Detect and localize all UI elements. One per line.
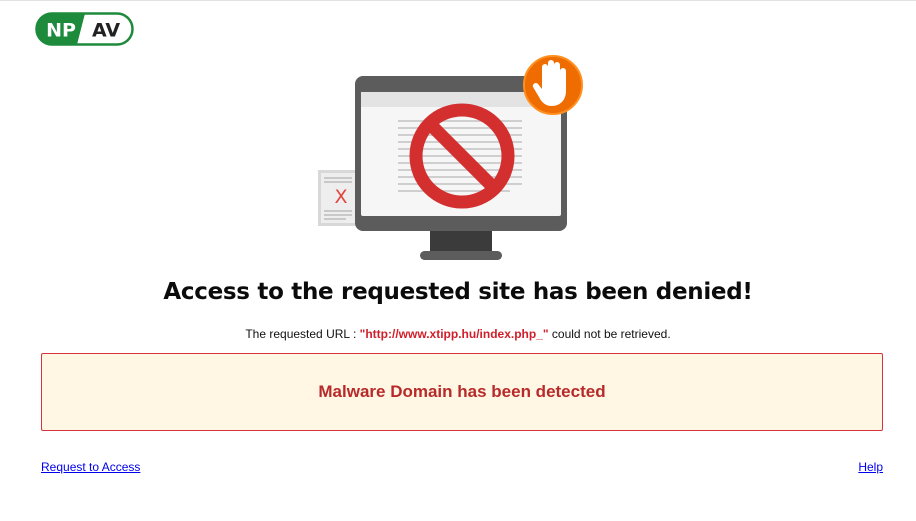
- url-message-prefix: The requested URL :: [245, 327, 357, 341]
- logo-np-text: NP: [46, 20, 76, 42]
- malware-alert-text: Malware Domain has been detected: [318, 382, 606, 401]
- url-message: The requested URL : "http://www.xtipp.hu…: [0, 327, 916, 341]
- request-access-link[interactable]: Request to Access: [41, 460, 140, 474]
- page-title: Access to the requested site has been de…: [163, 279, 753, 305]
- document-x-mark: X: [334, 186, 347, 208]
- url-message-suffix: could not be retrieved.: [551, 327, 671, 341]
- blocked-url: "http://www.xtipp.hu/index.php_": [359, 327, 549, 341]
- blocked-site-illustration: X: [310, 51, 590, 265]
- logo-av-text: AV: [92, 20, 120, 42]
- malware-alert-box: Malware Domain has been detected: [41, 353, 883, 431]
- blocked-document-icon: X: [318, 170, 358, 226]
- stop-hand-icon: [523, 55, 583, 115]
- help-link[interactable]: Help: [858, 460, 883, 474]
- npav-logo: NP AV: [35, 12, 134, 46]
